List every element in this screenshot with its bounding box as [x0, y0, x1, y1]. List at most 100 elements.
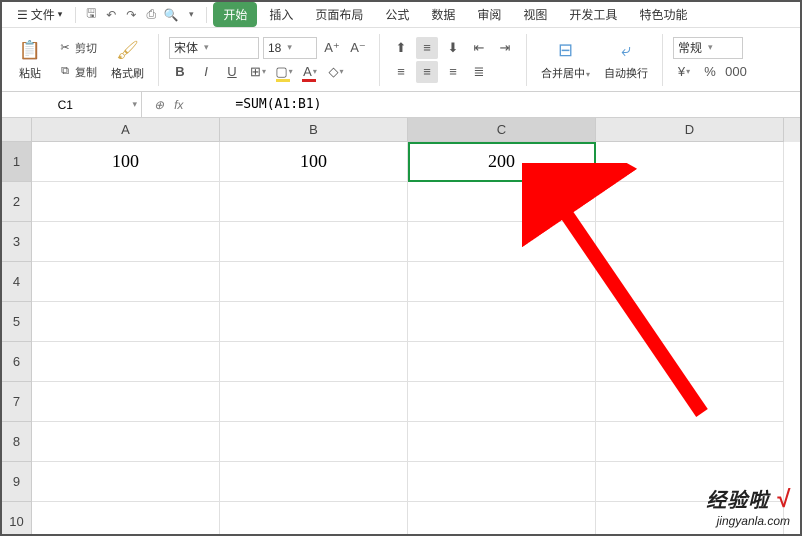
tab-special[interactable]: 特色功能: [629, 2, 697, 27]
expand-icon[interactable]: ⊕: [154, 98, 164, 112]
qat-more-icon[interactable]: ▾: [182, 6, 200, 24]
tab-page-layout[interactable]: 页面布局: [305, 2, 373, 27]
cell[interactable]: [408, 222, 596, 262]
font-name-combo[interactable]: 宋体▾: [169, 37, 259, 59]
col-header-b[interactable]: B: [220, 118, 408, 142]
align-right-icon[interactable]: ≡: [442, 61, 464, 83]
align-left-icon[interactable]: ≡: [390, 61, 412, 83]
cell-d1[interactable]: [596, 142, 784, 182]
cell[interactable]: [32, 182, 220, 222]
cell[interactable]: [408, 182, 596, 222]
cell[interactable]: [220, 222, 408, 262]
copy-button[interactable]: ⧉复制: [54, 61, 101, 83]
cell-b1[interactable]: 100: [220, 142, 408, 182]
cell[interactable]: [220, 382, 408, 422]
chevron-down-icon[interactable]: ▾: [128, 99, 141, 110]
cell[interactable]: [32, 222, 220, 262]
row-header-1[interactable]: 1: [2, 142, 32, 182]
tab-home[interactable]: 开始: [213, 2, 257, 27]
preview-icon[interactable]: 🔍: [162, 6, 180, 24]
cell[interactable]: [596, 262, 784, 302]
cell[interactable]: [220, 422, 408, 462]
col-header-d[interactable]: D: [596, 118, 784, 142]
cell[interactable]: [408, 502, 596, 534]
cell[interactable]: [408, 342, 596, 382]
save-icon[interactable]: 🖫: [82, 6, 100, 24]
tab-developer[interactable]: 开发工具: [559, 2, 627, 27]
cell-reference-input[interactable]: [2, 98, 128, 112]
row-header-6[interactable]: 6: [2, 342, 32, 382]
cell[interactable]: [408, 462, 596, 502]
row-header-9[interactable]: 9: [2, 462, 32, 502]
cell[interactable]: [596, 422, 784, 462]
cell[interactable]: [596, 182, 784, 222]
cell[interactable]: [32, 302, 220, 342]
cell[interactable]: [596, 222, 784, 262]
decrease-font-icon[interactable]: A⁻: [347, 37, 369, 59]
cut-button[interactable]: ✂剪切: [54, 37, 101, 59]
tab-data[interactable]: 数据: [421, 2, 465, 27]
cell[interactable]: [220, 302, 408, 342]
align-top-icon[interactable]: ⬆: [390, 37, 412, 59]
row-header-5[interactable]: 5: [2, 302, 32, 342]
border-button[interactable]: ⊞▾: [247, 61, 269, 83]
bold-button[interactable]: B: [169, 61, 191, 83]
cell[interactable]: [32, 342, 220, 382]
align-bottom-icon[interactable]: ⬇: [442, 37, 464, 59]
cell[interactable]: [408, 302, 596, 342]
wrap-text-button[interactable]: ⤶ 自动换行: [600, 32, 652, 88]
increase-font-icon[interactable]: A⁺: [321, 37, 343, 59]
cell[interactable]: [596, 342, 784, 382]
tab-insert[interactable]: 插入: [259, 2, 303, 27]
thousands-button[interactable]: 000: [725, 61, 747, 83]
align-center-icon[interactable]: ≡: [416, 61, 438, 83]
italic-button[interactable]: I: [195, 61, 217, 83]
cell[interactable]: [32, 422, 220, 462]
cell[interactable]: [596, 382, 784, 422]
font-size-combo[interactable]: 18▾: [263, 37, 317, 59]
cell[interactable]: [32, 382, 220, 422]
clear-format-button[interactable]: ◇▾: [325, 61, 347, 83]
format-painter-button[interactable]: 🖌 格式刷: [107, 32, 148, 88]
row-header-8[interactable]: 8: [2, 422, 32, 462]
number-format-combo[interactable]: 常规▾: [673, 37, 743, 59]
cell[interactable]: [32, 502, 220, 534]
cell[interactable]: [408, 382, 596, 422]
cell[interactable]: [408, 422, 596, 462]
select-all-corner[interactable]: [2, 118, 32, 142]
currency-button[interactable]: ¥▾: [673, 61, 695, 83]
cell-c1[interactable]: 200: [408, 142, 596, 182]
cell[interactable]: [220, 502, 408, 534]
fill-color-button[interactable]: ▢▾: [273, 61, 295, 83]
name-box[interactable]: ▾: [2, 92, 142, 117]
align-middle-icon[interactable]: ≡: [416, 37, 438, 59]
row-header-10[interactable]: 10: [2, 502, 32, 534]
font-color-button[interactable]: A▾: [299, 61, 321, 83]
print-icon[interactable]: ⎙: [142, 6, 160, 24]
tab-view[interactable]: 视图: [513, 2, 557, 27]
tab-review[interactable]: 审阅: [467, 2, 511, 27]
cell[interactable]: [596, 302, 784, 342]
row-header-4[interactable]: 4: [2, 262, 32, 302]
fx-icon[interactable]: fx: [174, 98, 183, 112]
row-header-7[interactable]: 7: [2, 382, 32, 422]
file-menu[interactable]: ☰ 文件 ▾: [10, 3, 69, 26]
col-header-c[interactable]: C: [408, 118, 596, 142]
decrease-indent-icon[interactable]: ⇤: [468, 37, 490, 59]
percent-button[interactable]: %: [699, 61, 721, 83]
row-header-2[interactable]: 2: [2, 182, 32, 222]
underline-button[interactable]: U: [221, 61, 243, 83]
justify-icon[interactable]: ≣: [468, 61, 490, 83]
increase-indent-icon[interactable]: ⇥: [494, 37, 516, 59]
cell-a1[interactable]: 100: [32, 142, 220, 182]
row-header-3[interactable]: 3: [2, 222, 32, 262]
tab-formulas[interactable]: 公式: [375, 2, 419, 27]
cell[interactable]: [32, 462, 220, 502]
paste-button[interactable]: 📋 粘贴: [12, 32, 48, 88]
cell[interactable]: [220, 262, 408, 302]
merge-center-button[interactable]: ⊟ 合并居中▾: [537, 32, 594, 88]
undo-icon[interactable]: ↶: [102, 6, 120, 24]
formula-input[interactable]: [229, 97, 800, 112]
cell[interactable]: [220, 182, 408, 222]
cell[interactable]: [220, 462, 408, 502]
